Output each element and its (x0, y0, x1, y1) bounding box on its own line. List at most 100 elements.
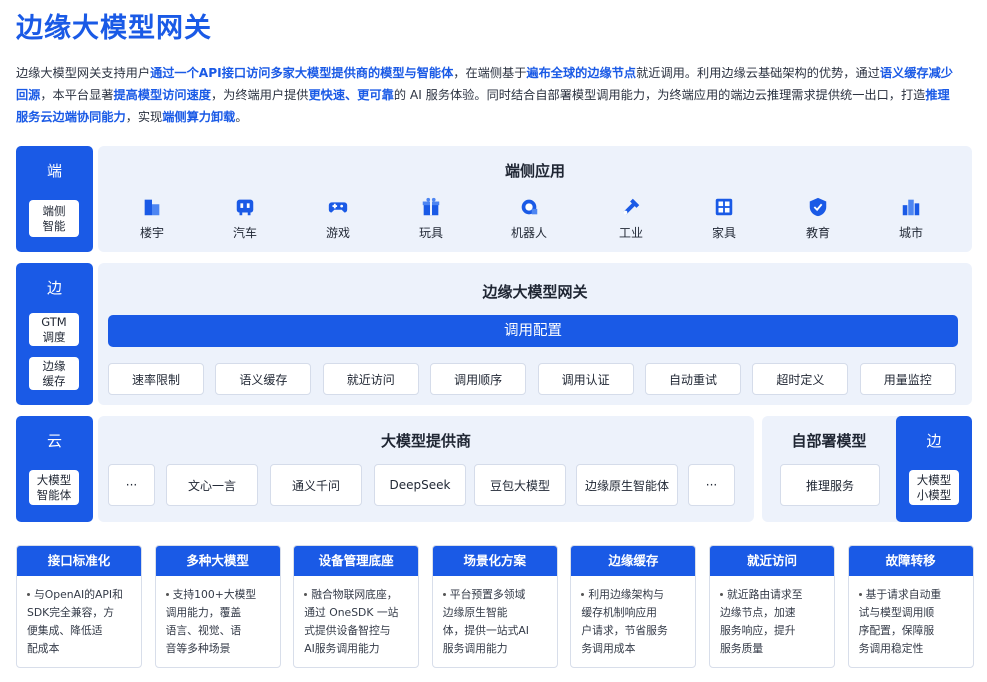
robot-icon (518, 196, 540, 218)
bullet-icon (442, 592, 446, 596)
edge-gateway-title: 边缘大模型网关 (482, 283, 588, 301)
layer-device-title: 端 (46, 162, 62, 180)
feature-card-text: 边缘节点，加速 (720, 606, 796, 619)
edge-gateway-panel: 边缘大模型网关 调用配置 速率限制 语义缓存 就近访问 调用顺序 调用认证 自动重试 超时定… (98, 263, 972, 405)
feature-card-text: 利用边缘架构与 (588, 588, 664, 601)
feature-card-text: 务调用成本 (581, 642, 636, 655)
feature-card-line: 通过 OneSDK 一站 (304, 604, 410, 622)
feature-card-body: 平台预置多领域 边缘原生智能 体，提供一站式AI 服务调用能力 (433, 576, 557, 658)
feature-card-title: 接口标准化 (17, 546, 141, 576)
feature-card-line: 缓存机制响应用 (581, 604, 687, 622)
edge-feature-chip: 速率限制 (108, 363, 204, 395)
feature-card-title: 就近访问 (710, 546, 834, 576)
feature-card-line: 与OpenAI的API和 (27, 586, 133, 604)
device-app-label: 家具 (711, 226, 736, 240)
llm-provider-chip: 通义千问 (270, 464, 362, 506)
llm-provider-chip: 边缘原生智能体 (576, 464, 678, 506)
device-app-item: 楼宇 (122, 196, 182, 241)
feature-card-text: 音等多种场景 (165, 642, 231, 655)
feature-card: 多种大模型 支持100+大模型 调用能力，覆盖 语言、视觉、语 音等多种场景 (154, 545, 281, 668)
feature-card-text: 试与模型调用顺 (858, 606, 935, 619)
llm-provider-chip: ··· (688, 464, 735, 506)
edge-cache-tag: 边缘 缓存 (29, 357, 79, 390)
call-config-bar: 调用配置 (108, 315, 958, 347)
feature-card-line: 务调用稳定性 (859, 640, 965, 658)
gtm-scheduling-tag: GTM 调度 (29, 313, 79, 346)
feature-card: 接口标准化与OpenAI的API和 SDK完全兼容，方 便集成、降低适 配成本 (16, 545, 142, 668)
bullet-icon (27, 592, 30, 596)
llm-provider-chip: 文心一言 (166, 464, 258, 506)
device-app-label: 教育 (805, 226, 830, 240)
feature-card-body: 利用边缘架构与 缓存机制响应用 户请求，节省服务 务调用成本 (571, 576, 695, 658)
edge-feature-chip: 超时定义 (752, 363, 849, 395)
layer-edge-side: 边 GTM 调度 边缘 缓存 (16, 263, 93, 405)
feature-card-body: 与OpenAI的API和 SDK完全兼容，方 便集成、降低适 配成本 (17, 576, 141, 658)
feature-card-text: 体，提供一站式AI (442, 624, 529, 637)
feature-card-text: 基于请求自动重 (865, 588, 942, 601)
feature-card-body: 融合物联网底座， 通过 OneSDK 一站式提供设备智控与 AI服务调用能力 (294, 576, 418, 658)
feature-card-text: 服务响应，提升 (720, 624, 796, 637)
feature-card-text: 序配置，保障服 (858, 624, 935, 637)
large-small-model-tag: 大模型 小模型 (909, 470, 959, 505)
edge-feature-chip: 用量监控 (859, 363, 956, 395)
feature-card-line: 服务质量 (720, 640, 826, 658)
feature-card: 场景化方案 平台预置多领域 边缘原生智能 体，提供一站式AI 服务调用能力 (431, 545, 558, 668)
feature-card-title: 设备管理底座 (294, 546, 419, 576)
education-icon (807, 196, 829, 218)
feature-card-line: 务调用成本 (581, 640, 687, 658)
intro-text: ，在端侧基于 (453, 66, 527, 80)
right-edge-title: 边 (926, 432, 942, 450)
device-app-item: 城市 (881, 196, 941, 241)
feature-card-line: 就近路由请求至 (720, 586, 826, 604)
feature-card-line: 服务响应，提升 (720, 622, 826, 640)
feature-card-text: 配成本 (27, 642, 60, 655)
feature-card-line: 融合物联网底座， (304, 586, 410, 604)
device-app-item: 玩具 (401, 196, 461, 241)
feature-card-text: 边缘原生智能 (442, 606, 508, 619)
industry-icon (620, 196, 642, 218)
feature-card-line: 语言、视觉、语 (166, 622, 272, 640)
feature-card: 就近访问就近路由请求至边缘节点，加速 服务响应，提升 服务质量 (709, 545, 835, 668)
llm-provider-chip: DeepSeek (374, 464, 466, 506)
bullet-icon (304, 592, 308, 596)
bullet-icon (165, 592, 169, 596)
page-title: 边缘大模型网关 (16, 13, 212, 44)
feature-card-line: 式提供设备智控与 (304, 622, 410, 640)
feature-card-text: 式提供设备智控与 (304, 624, 391, 637)
llm-provider-chip: ··· (108, 464, 155, 506)
feature-card-text: 服务质量 (720, 642, 764, 655)
feature-card-line: 体，提供一站式AI (443, 622, 549, 640)
self-deploy-title: 自部署模型 (791, 432, 867, 450)
intro-highlight: 遍布全球的边缘节点 (526, 66, 637, 80)
bullet-icon (858, 592, 862, 596)
feature-card-line: AI服务调用能力 (304, 640, 410, 658)
inference-service-chip: 推理服务 (780, 464, 880, 506)
device-intelligence-tag: 端侧 智能 (29, 200, 79, 237)
feature-card-line: 边缘节点，加速 (720, 604, 826, 622)
device-app-label: 工业 (618, 226, 643, 240)
feature-card-text: 语言、视觉、语 (165, 624, 242, 637)
feature-card-title: 多种大模型 (155, 546, 280, 576)
llm-provider-title: 大模型提供商 (380, 432, 471, 450)
device-app-item: 游戏 (308, 196, 368, 241)
intro-text: 的 AI 服务体验。同时结合自部署模型调用能力，为终端应用的端边云推理需求提供统… (393, 88, 926, 102)
bullet-icon (581, 592, 585, 596)
device-app-label: 机器人 (510, 226, 547, 240)
feature-card-text: 便集成、降低适 (27, 624, 103, 637)
device-apps-panel: 端侧应用 楼宇 汽车 游戏 玩具 机器人 工业 家具 教育 城市 (98, 146, 972, 252)
intro-text: ，实现 (125, 110, 163, 124)
feature-card-title: 场景化方案 (432, 546, 557, 576)
feature-card: 故障转移 基于请求自动重 试与模型调用顺 序配置，保障服 务调用稳定性 (847, 545, 974, 668)
feature-card-text: SDK完全兼容，方 (27, 606, 115, 619)
llm-provider-chip: 豆包大模型 (474, 464, 566, 506)
feature-card-line: 配成本 (27, 640, 133, 658)
feature-card-text: AI服务调用能力 (304, 642, 380, 655)
feature-card-title: 边缘缓存 (571, 546, 696, 576)
intro-paragraph: 边缘大模型网关支持用户通过一个API接口访问多家大模型提供商的模型与智能体，在端… (16, 62, 956, 128)
feature-card-text: 调用能力，覆盖 (165, 606, 242, 619)
intro-highlight: 通过一个API接口访问多家大模型提供商的模型与智能体 (150, 66, 454, 80)
device-app-item: 教育 (788, 196, 848, 241)
feature-card-line: 平台预置多领域 (442, 586, 549, 604)
feature-card: 设备管理底座融合物联网底座， 通过 OneSDK 一站式提供设备智控与 AI服务调用… (293, 545, 420, 668)
feature-card-line: 基于请求自动重 (858, 586, 965, 604)
